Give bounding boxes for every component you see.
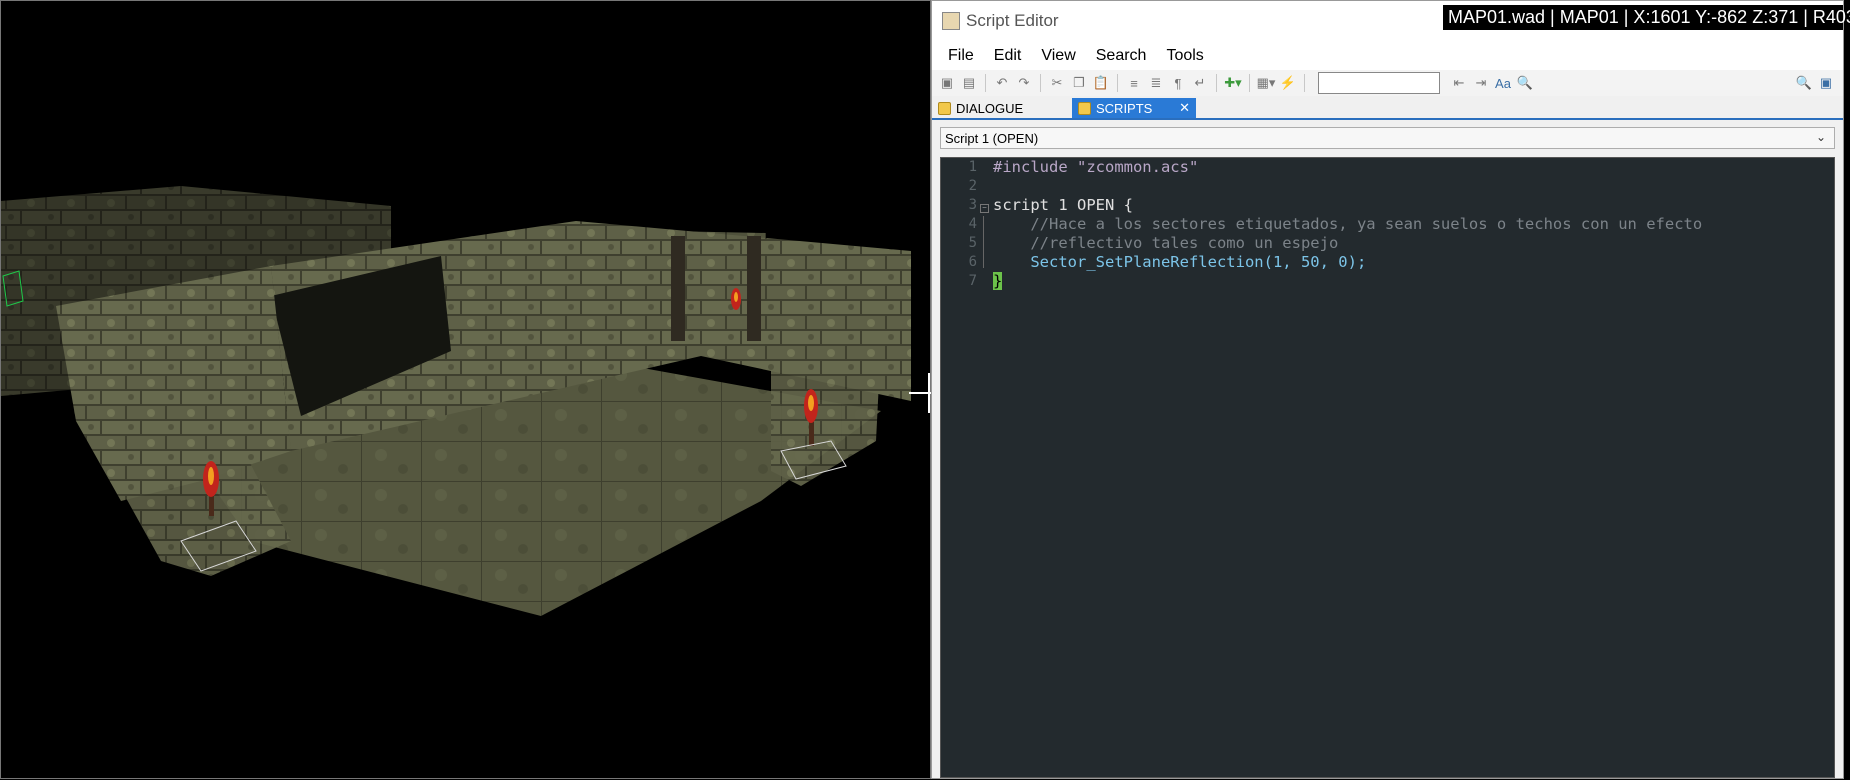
tab-dialogue[interactable]: DIALOGUE xyxy=(932,98,1072,118)
line-number: 1 xyxy=(968,159,977,175)
save-icon[interactable]: ▣ xyxy=(938,74,956,92)
find-next-icon[interactable]: ⇥ xyxy=(1472,74,1490,92)
code-line-text: script 1 OPEN { xyxy=(993,196,1133,214)
wordwrap-icon[interactable]: ↵ xyxy=(1191,74,1209,92)
3d-viewport[interactable] xyxy=(0,0,931,779)
help-icon[interactable]: ▣ xyxy=(1817,74,1835,92)
code-line-text: } xyxy=(993,272,1003,290)
code-line: //Hace a los sectores etiquetados, ya se… xyxy=(993,215,1702,234)
script-type-icon[interactable]: ▦▾ xyxy=(1257,74,1276,92)
menu-view[interactable]: View xyxy=(1041,47,1075,65)
menu-edit[interactable]: Edit xyxy=(994,47,1022,65)
code-line: script 1 OPEN { xyxy=(993,196,1133,215)
tab-label: DIALOGUE xyxy=(956,100,1024,116)
line-number: 4 xyxy=(968,216,977,232)
toolbar-separator xyxy=(1117,74,1118,92)
paste-icon[interactable]: 📋 xyxy=(1092,74,1110,92)
fold-toggle-icon[interactable]: − xyxy=(980,204,989,213)
map-status-overlay: MAP01.wad | MAP01 | X:1601 Y:-862 Z:371 … xyxy=(1443,5,1850,30)
map-render xyxy=(1,186,931,616)
script-selector[interactable]: Script 1 (OPEN) ⌄ xyxy=(940,127,1835,149)
unindent-icon[interactable]: ≡ xyxy=(1125,74,1143,92)
search-input[interactable] xyxy=(1318,72,1440,94)
scripts-icon xyxy=(1078,101,1091,115)
redo-icon[interactable]: ↷ xyxy=(1015,74,1033,92)
code-line: //reflectivo tales como un espejo xyxy=(993,234,1338,253)
script-selector-value: Script 1 (OPEN) xyxy=(945,130,1039,146)
tab-strip: DIALOGUE SCRIPTS ✕ xyxy=(932,96,1843,120)
menu-file[interactable]: File xyxy=(948,47,974,65)
menu-search[interactable]: Search xyxy=(1096,47,1147,65)
line-number: 7 xyxy=(968,273,977,289)
code-line: #include "zcommon.acs" xyxy=(993,158,1198,177)
code-line: } xyxy=(993,272,1003,291)
toolbar-separator xyxy=(1216,74,1217,92)
toolbar-separator xyxy=(1249,74,1250,92)
code-line-text: Sector_SetPlaneReflection(1, 50, 0); xyxy=(993,253,1367,271)
torch-center xyxy=(731,288,741,310)
whitespace-icon[interactable]: ¶ xyxy=(1169,74,1187,92)
menu-tools[interactable]: Tools xyxy=(1166,47,1203,65)
compile-icon[interactable]: ⚡ xyxy=(1279,74,1297,92)
cut-icon[interactable]: ✂ xyxy=(1048,74,1066,92)
tab-label: SCRIPTS xyxy=(1096,100,1153,116)
line-number: 3 xyxy=(968,197,977,213)
search-icon[interactable]: 🔍 xyxy=(1795,74,1813,92)
copy-icon[interactable]: ❐ xyxy=(1070,74,1088,92)
window-title: Script Editor xyxy=(966,11,1059,30)
code-line: Sector_SetPlaneReflection(1, 50, 0); xyxy=(993,253,1366,272)
code-line-text: #include "zcommon.acs" xyxy=(993,158,1199,176)
toolbar-separator xyxy=(1040,74,1041,92)
undo-icon[interactable]: ↶ xyxy=(993,74,1011,92)
line-number: 5 xyxy=(968,235,977,251)
find-previous-icon[interactable]: ⇤ xyxy=(1450,74,1468,92)
script-editor-window: Script Editor File Edit View Search Tool… xyxy=(931,0,1844,779)
dialogue-icon xyxy=(938,101,951,115)
tab-scripts[interactable]: SCRIPTS ✕ xyxy=(1072,98,1196,118)
code-editor[interactable]: 1 2 3 4 5 6 7 − #include "zcommon.acs" s… xyxy=(940,157,1835,778)
toolbar-separator xyxy=(1304,74,1305,92)
line-number-gutter: 1 2 3 4 5 6 7 xyxy=(941,158,983,777)
toolbar: ▣ ▤ ↶ ↷ ✂ ❐ 📋 ≡ ≣ ¶ ↵ ✚▾ ▦▾ ⚡ ⇤ ⇥ Aa 🔍 🔍… xyxy=(932,70,1843,96)
save-all-icon[interactable]: ▤ xyxy=(960,74,978,92)
toolbar-separator xyxy=(985,74,986,92)
close-icon[interactable]: ✕ xyxy=(1179,100,1190,116)
find-replace-icon[interactable]: 🔍 xyxy=(1516,74,1534,92)
script-editor-icon xyxy=(942,12,960,30)
indent-icon[interactable]: ≣ xyxy=(1147,74,1165,92)
code-line-text: //reflectivo tales como un espejo xyxy=(993,234,1339,252)
code-line-text: //Hace a los sectores etiquetados, ya se… xyxy=(993,215,1703,233)
menu-bar: File Edit View Search Tools xyxy=(932,41,1843,70)
line-number: 2 xyxy=(968,178,977,194)
chevron-down-icon: ⌄ xyxy=(1815,130,1826,144)
fold-line xyxy=(983,216,984,268)
line-number: 6 xyxy=(968,254,977,270)
crosshair-cursor xyxy=(909,373,931,413)
snippet-icon[interactable]: ✚▾ xyxy=(1224,74,1242,92)
match-case-icon[interactable]: Aa xyxy=(1494,74,1512,92)
